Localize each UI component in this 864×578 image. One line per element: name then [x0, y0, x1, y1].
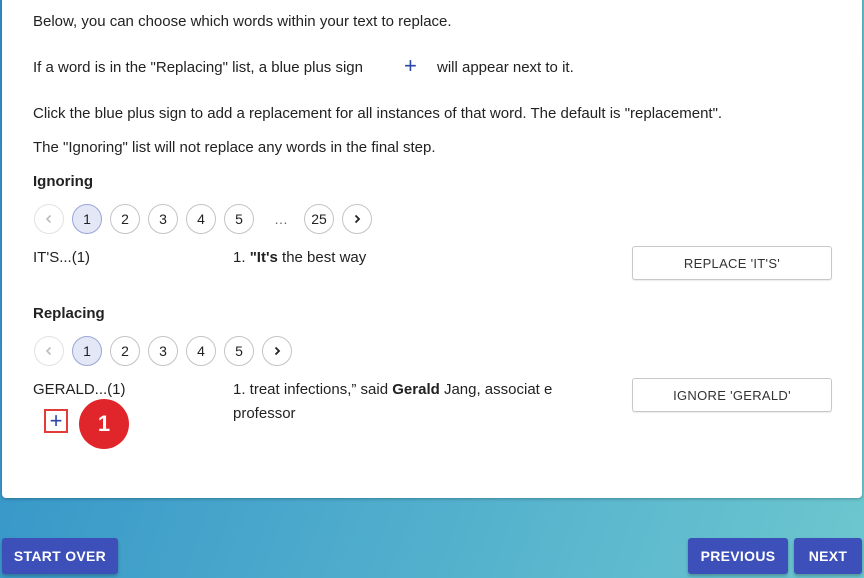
prev-page-button[interactable]	[34, 204, 64, 234]
annotation-badge: 1	[79, 399, 129, 449]
page-button-3[interactable]: 3	[148, 204, 178, 234]
next-page-button[interactable]	[342, 204, 372, 234]
ignoring-word: IT'S...(1)	[33, 249, 91, 266]
ignore-word-button[interactable]: IGNORE 'GERALD'	[632, 378, 832, 412]
page-button-5[interactable]: 5	[224, 204, 254, 234]
instruction-line-2: If a word is in the "Replacing" list, a …	[33, 59, 363, 76]
replacing-word: GERALD...(1)	[33, 381, 126, 398]
context-highlight: "It's	[249, 249, 278, 266]
start-over-button[interactable]: START OVER	[2, 538, 118, 574]
page-button-3[interactable]: 3	[148, 336, 178, 366]
plus-icon: +	[49, 408, 63, 433]
page-button-5[interactable]: 5	[224, 336, 254, 366]
instruction-line-1: Below, you can choose which words within…	[33, 13, 452, 30]
chevron-right-icon	[354, 214, 361, 224]
page-ellipsis: …	[266, 204, 296, 234]
instruction-line-2-start: If a word is in the "Replacing" list, a …	[33, 59, 363, 76]
page-button-4[interactable]: 4	[186, 336, 216, 366]
chevron-left-icon	[45, 214, 52, 224]
page-button-2[interactable]: 2	[110, 336, 140, 366]
page-button-2[interactable]: 2	[110, 204, 140, 234]
page-button-1[interactable]: 1	[72, 336, 102, 366]
page-button-25[interactable]: 25	[304, 204, 334, 234]
context-highlight: Gerald	[392, 381, 440, 398]
add-replacement-button[interactable]: +	[44, 409, 68, 433]
replacing-heading: Replacing	[33, 305, 105, 322]
context-number: 1.	[233, 249, 250, 266]
next-button[interactable]: NEXT	[794, 538, 862, 574]
page-button-4[interactable]: 4	[186, 204, 216, 234]
instruction-line-4: The "Ignoring" list will not replace any…	[33, 139, 436, 156]
context-text: the best way	[277, 249, 367, 266]
replace-word-button[interactable]: REPLACE 'IT'S'	[632, 246, 832, 280]
replacing-context: 1. treat infections,” said Gerald Jang, …	[233, 378, 573, 426]
instruction-line-2-end: will appear next to it.	[437, 59, 574, 76]
next-page-button[interactable]	[262, 336, 292, 366]
plus-icon: +	[404, 53, 417, 78]
previous-button[interactable]: PREVIOUS	[688, 538, 788, 574]
prev-page-button[interactable]	[34, 336, 64, 366]
page-button-1[interactable]: 1	[72, 204, 102, 234]
instruction-line-3: Click the blue plus sign to add a replac…	[33, 105, 723, 122]
chevron-right-icon	[274, 346, 281, 356]
ignoring-context: 1. "It's the best way	[233, 246, 573, 270]
ignoring-heading: Ignoring	[33, 173, 93, 190]
context-text-start: 1. treat infections,” said	[233, 381, 393, 398]
chevron-left-icon	[45, 346, 52, 356]
main-card: Below, you can choose which words within…	[2, 0, 862, 498]
